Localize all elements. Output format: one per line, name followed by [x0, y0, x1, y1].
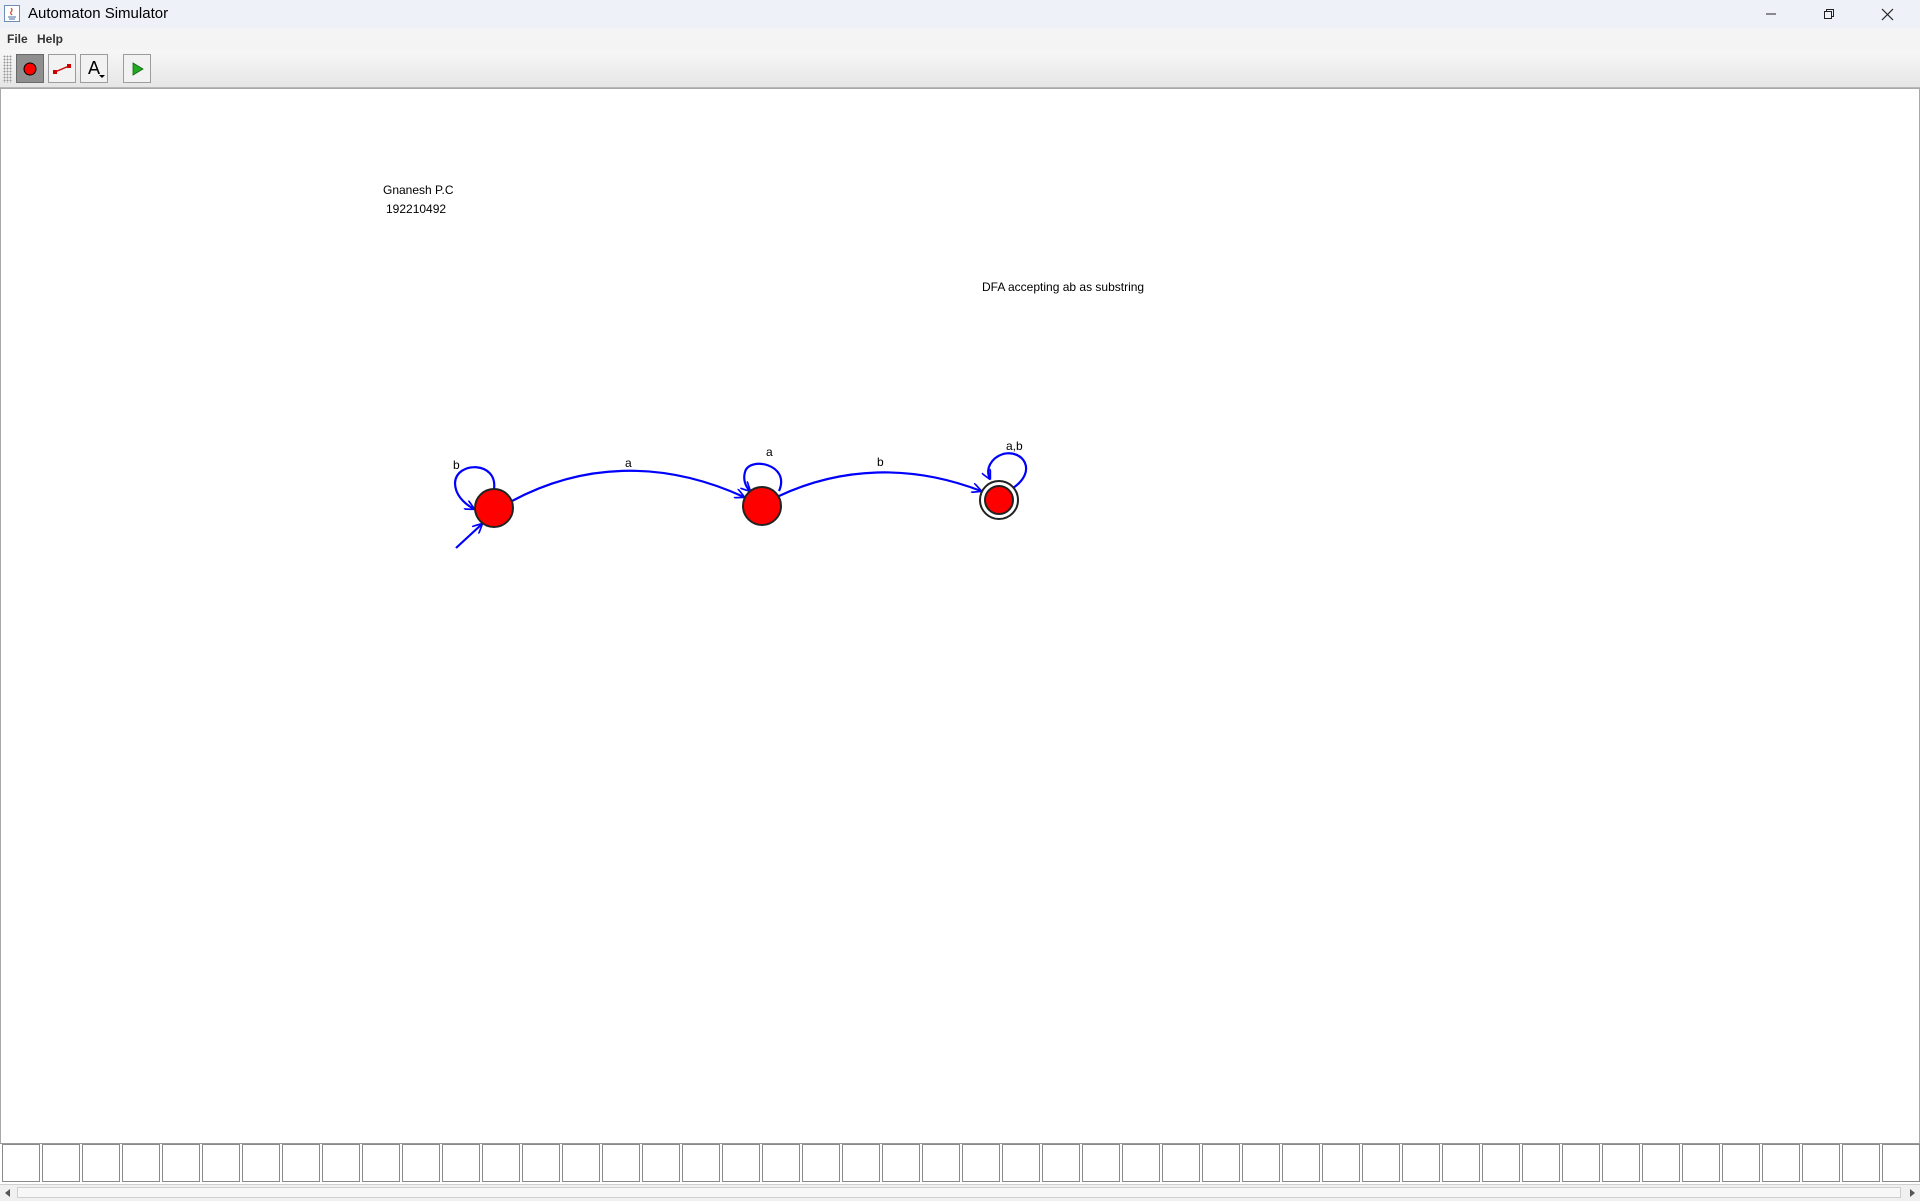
tape-cell[interactable]: [682, 1144, 720, 1182]
restore-button[interactable]: [1800, 0, 1858, 28]
tape-cell[interactable]: [522, 1144, 560, 1182]
transition-q0-q1[interactable]: [511, 469, 744, 502]
dropdown-arrow-icon: [99, 75, 105, 78]
tape-cell[interactable]: [762, 1144, 800, 1182]
tape-cell[interactable]: [1722, 1144, 1760, 1182]
edge-label-q1-q2[interactable]: b: [877, 455, 884, 469]
run-icon: [132, 61, 144, 76]
initial-state-arrow: [455, 524, 482, 549]
scroll-right-icon: [1910, 1189, 1915, 1197]
tape-cell[interactable]: [1642, 1144, 1680, 1182]
tape-cell[interactable]: [42, 1144, 80, 1182]
close-icon: [1881, 8, 1893, 20]
transition-q1-q2[interactable]: [778, 471, 981, 497]
state-tool-button[interactable]: [16, 54, 44, 83]
tape-cell[interactable]: [1282, 1144, 1320, 1182]
tape-cell[interactable]: [642, 1144, 680, 1182]
state-q2-accepting[interactable]: [979, 480, 1019, 520]
edge-label-q0-q1[interactable]: a: [625, 456, 632, 470]
tape-cell[interactable]: [1122, 1144, 1160, 1182]
tape-cell[interactable]: [1762, 1144, 1800, 1182]
tape-cell[interactable]: [1842, 1144, 1880, 1182]
dfa-diagram: b a a b a,b: [453, 439, 1028, 549]
tape-cell[interactable]: [1682, 1144, 1720, 1182]
restore-icon: [1824, 9, 1834, 19]
tape-cell[interactable]: [162, 1144, 200, 1182]
tape-cell[interactable]: [2, 1144, 40, 1182]
toolbar: A: [0, 50, 1920, 88]
tape-cell[interactable]: [1882, 1144, 1920, 1182]
tape-cell[interactable]: [1602, 1144, 1640, 1182]
scroll-right-button[interactable]: [1904, 1185, 1920, 1201]
edge-label-q0-q0[interactable]: b: [453, 458, 460, 472]
edge-label-q1-q1[interactable]: a: [766, 445, 773, 459]
tape-cell[interactable]: [1322, 1144, 1360, 1182]
tape-cell[interactable]: [1242, 1144, 1280, 1182]
run-simulation-button[interactable]: [123, 54, 151, 83]
tape-cell[interactable]: [922, 1144, 960, 1182]
tape-cell[interactable]: [282, 1144, 320, 1182]
tape-cell[interactable]: [842, 1144, 880, 1182]
tape-cell[interactable]: [1162, 1144, 1200, 1182]
tape-cell[interactable]: [1082, 1144, 1120, 1182]
tape-cell[interactable]: [1442, 1144, 1480, 1182]
transition-tool-icon: [53, 63, 71, 74]
scroll-thumb[interactable]: [17, 1187, 1901, 1198]
tape-cell[interactable]: [1362, 1144, 1400, 1182]
input-tape: [0, 1143, 1920, 1184]
tape-cell[interactable]: [482, 1144, 520, 1182]
tape-cell[interactable]: [1202, 1144, 1240, 1182]
tape-cell[interactable]: [562, 1144, 600, 1182]
horizontal-scrollbar[interactable]: [0, 1184, 1920, 1201]
menu-bar: File Help: [0, 28, 1920, 50]
close-button[interactable]: [1858, 0, 1916, 28]
tape-cell[interactable]: [1002, 1144, 1040, 1182]
tape-cell[interactable]: [1522, 1144, 1560, 1182]
menu-help[interactable]: Help: [37, 32, 63, 46]
tape-cell[interactable]: [1482, 1144, 1520, 1182]
window-title: Automaton Simulator: [28, 5, 169, 22]
tape-cell[interactable]: [602, 1144, 640, 1182]
tape-cell[interactable]: [442, 1144, 480, 1182]
tape-cell[interactable]: [962, 1144, 1000, 1182]
tape-cell[interactable]: [1802, 1144, 1840, 1182]
transition-tool-button[interactable]: [48, 54, 76, 83]
tape-cell[interactable]: [82, 1144, 120, 1182]
tape-cell[interactable]: [122, 1144, 160, 1182]
title-bar: Automaton Simulator: [0, 0, 1920, 28]
tape-cell[interactable]: [1042, 1144, 1080, 1182]
scroll-left-button[interactable]: [0, 1185, 16, 1201]
tape-cell[interactable]: [362, 1144, 400, 1182]
tape-cell[interactable]: [1562, 1144, 1600, 1182]
minimize-button[interactable]: [1742, 0, 1800, 28]
tape-cell[interactable]: [242, 1144, 280, 1182]
automaton-canvas[interactable]: Gnanesh P.C 192210492 DFA accepting ab a…: [0, 88, 1920, 1144]
minimize-icon: [1766, 13, 1776, 15]
state-tool-icon: [23, 62, 37, 75]
tape-cell[interactable]: [402, 1144, 440, 1182]
tape-cell[interactable]: [722, 1144, 760, 1182]
tape-cell[interactable]: [322, 1144, 360, 1182]
toolbar-grip[interactable]: [3, 55, 12, 83]
java-app-icon: [4, 5, 20, 22]
edge-label-q2-q2[interactable]: a,b: [1006, 439, 1023, 453]
state-q0[interactable]: [474, 488, 514, 528]
tape-cell[interactable]: [882, 1144, 920, 1182]
menu-file[interactable]: File: [7, 32, 28, 46]
state-q1[interactable]: [742, 486, 782, 526]
tape-cell[interactable]: [202, 1144, 240, 1182]
text-tool-button[interactable]: A: [80, 54, 108, 83]
tape-cell[interactable]: [1402, 1144, 1440, 1182]
tape-cell[interactable]: [802, 1144, 840, 1182]
scroll-left-icon: [5, 1189, 10, 1197]
